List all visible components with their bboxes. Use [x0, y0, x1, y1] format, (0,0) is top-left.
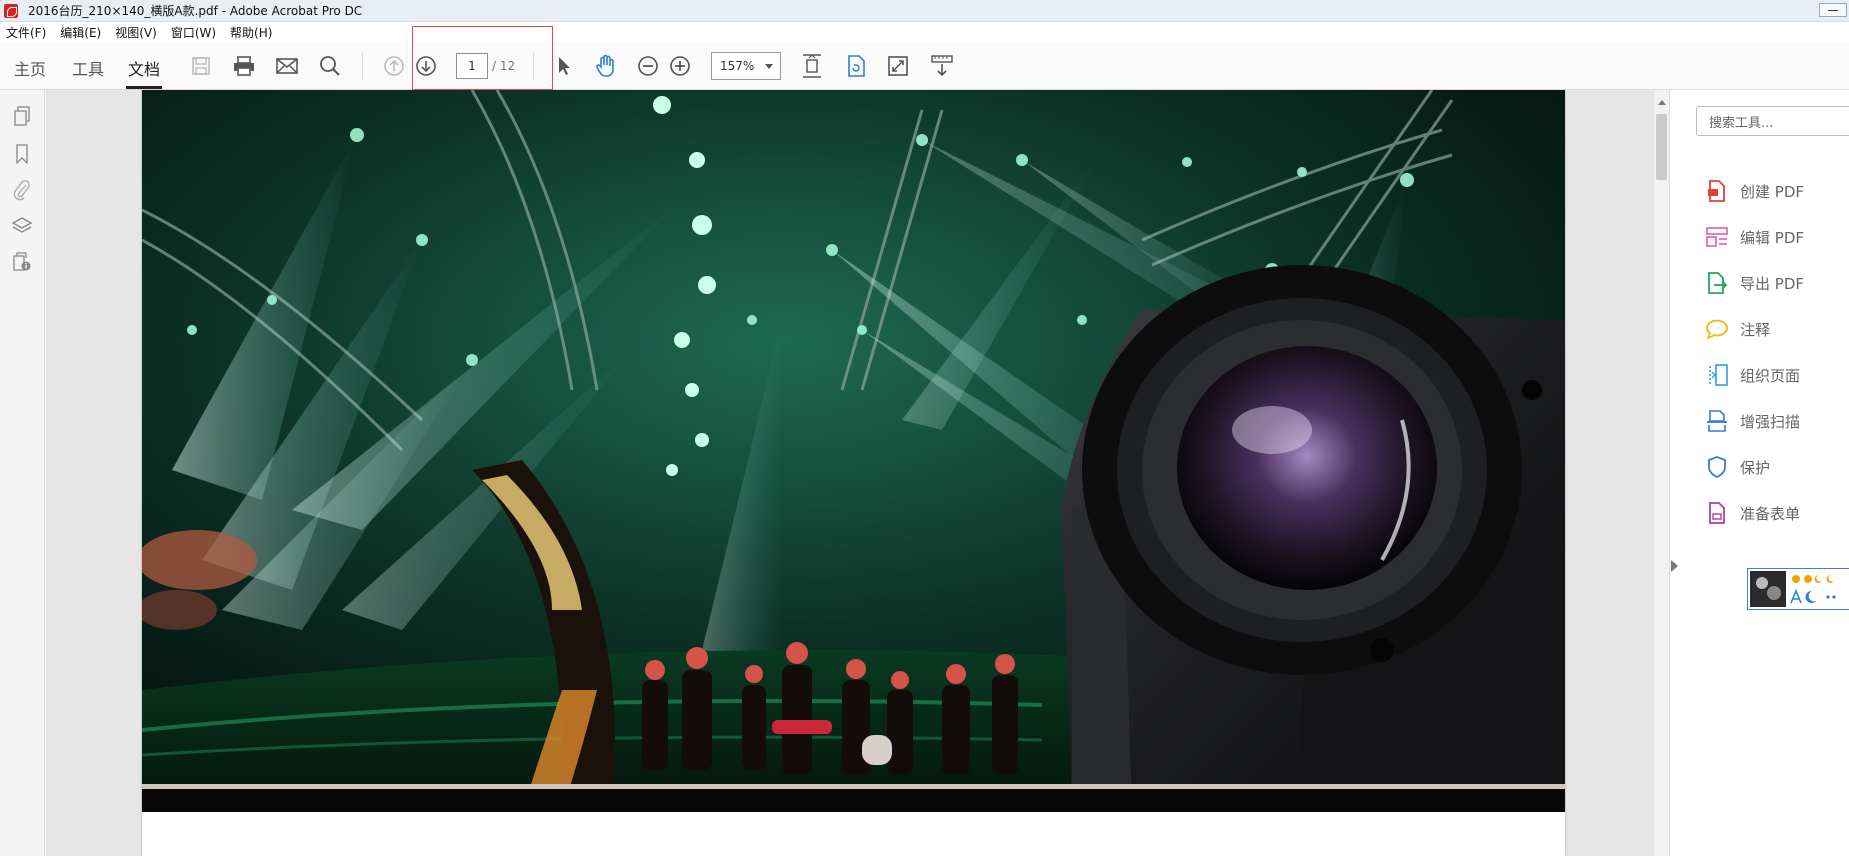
tab-document[interactable]: 文档 — [125, 56, 163, 89]
menu-window[interactable]: 窗口(W) — [171, 24, 216, 41]
rotate-page-icon[interactable] — [844, 54, 868, 78]
scrollbar-thumb[interactable] — [1656, 114, 1667, 180]
chevron-down-icon — [765, 64, 773, 69]
navigation-pane — [0, 90, 45, 856]
toolbar: 主页 工具 文档 1 / 12 157% — [0, 42, 1849, 90]
tool-label: 编辑 PDF — [1740, 228, 1804, 247]
search-icon[interactable] — [318, 54, 342, 78]
protect-icon — [1706, 456, 1728, 478]
search-tools-input[interactable]: 搜索工具... — [1696, 106, 1849, 136]
scrolling-mode-icon[interactable] — [930, 54, 954, 78]
tool-label: 注释 — [1740, 320, 1771, 339]
zoom-level-value: 157% — [720, 59, 755, 73]
menu-view[interactable]: 视图(V) — [115, 24, 157, 41]
hand-tool-icon[interactable] — [594, 54, 618, 78]
fit-page-icon[interactable] — [800, 54, 824, 78]
tool-label: 导出 PDF — [1740, 274, 1804, 293]
pdf-page — [142, 90, 1565, 856]
email-icon[interactable] — [275, 54, 299, 78]
previous-page-icon[interactable] — [382, 54, 406, 78]
tool-label: 准备表单 — [1740, 504, 1801, 523]
prepare-form-icon — [1706, 502, 1728, 524]
enhance-scan-icon — [1706, 410, 1728, 432]
zoom-level-select[interactable]: 157% — [711, 52, 781, 80]
full-screen-icon[interactable] — [886, 54, 910, 78]
tool-label: 创建 PDF — [1740, 182, 1804, 201]
edit-pdf-icon — [1706, 226, 1728, 248]
tool-comment[interactable]: 注释 — [1706, 314, 1770, 344]
tool-prepare-form[interactable]: 准备表单 — [1706, 498, 1800, 528]
export-pdf-icon — [1706, 272, 1728, 294]
menu-edit[interactable]: 编辑(E) — [60, 24, 101, 41]
tool-create-pdf[interactable]: 创建 PDF — [1706, 176, 1804, 206]
tool-edit-pdf[interactable]: 编辑 PDF — [1706, 222, 1804, 252]
bookmarks-icon[interactable] — [10, 142, 34, 166]
tool-label: 增强扫描 — [1740, 412, 1801, 431]
tool-protect[interactable]: 保护 — [1706, 452, 1770, 482]
minimize-button[interactable] — [1819, 3, 1847, 17]
window-title: 2016台历_210×140_横版A款.pdf - Adobe Acrobat … — [28, 4, 363, 18]
organize-pages-icon — [1706, 364, 1728, 386]
zoom-in-icon[interactable] — [668, 54, 692, 78]
document-info-icon[interactable] — [10, 250, 34, 274]
tool-export-pdf[interactable]: 导出 PDF — [1706, 268, 1804, 298]
tools-pane: 搜索工具... 创建 PDF 编辑 PDF 导出 PDF 注释 组织页面 增强扫 — [1669, 90, 1849, 856]
concert-stage-photo — [142, 90, 1565, 812]
select-cursor-icon[interactable] — [552, 54, 576, 78]
title-bar: 2016台历_210×140_横版A款.pdf - Adobe Acrobat … — [0, 0, 1849, 22]
tool-organize-pages[interactable]: 组织页面 — [1706, 360, 1800, 390]
layers-icon[interactable] — [10, 214, 34, 238]
menu-help[interactable]: 帮助(H) — [230, 24, 272, 41]
vertical-scrollbar[interactable] — [1653, 90, 1669, 856]
save-icon[interactable] — [189, 54, 213, 78]
acrobat-icon — [4, 3, 18, 18]
document-viewer[interactable] — [46, 90, 1656, 856]
highlight-box — [412, 26, 553, 90]
tab-home[interactable]: 主页 — [14, 56, 46, 80]
tool-enhance-scan[interactable]: 增强扫描 — [1706, 406, 1800, 436]
attachments-icon[interactable] — [10, 178, 34, 202]
toolbar-divider — [362, 52, 363, 80]
comment-icon — [1706, 318, 1728, 340]
print-icon[interactable] — [232, 54, 256, 78]
page-thumbnails-icon[interactable] — [10, 104, 34, 128]
floating-input-widget[interactable] — [1747, 568, 1849, 610]
zoom-out-icon[interactable] — [636, 54, 660, 78]
menu-file[interactable]: 文件(F) — [6, 24, 46, 41]
tab-tools[interactable]: 工具 — [72, 56, 104, 80]
scroll-up-icon[interactable] — [1658, 100, 1666, 105]
tool-label: 保护 — [1740, 458, 1771, 477]
menu-bar: 文件(F) 编辑(E) 视图(V) 窗口(W) 帮助(H) — [0, 22, 1849, 42]
create-pdf-icon — [1706, 180, 1728, 202]
expand-right-pane-icon[interactable] — [1671, 560, 1678, 572]
tool-label: 组织页面 — [1740, 366, 1801, 385]
